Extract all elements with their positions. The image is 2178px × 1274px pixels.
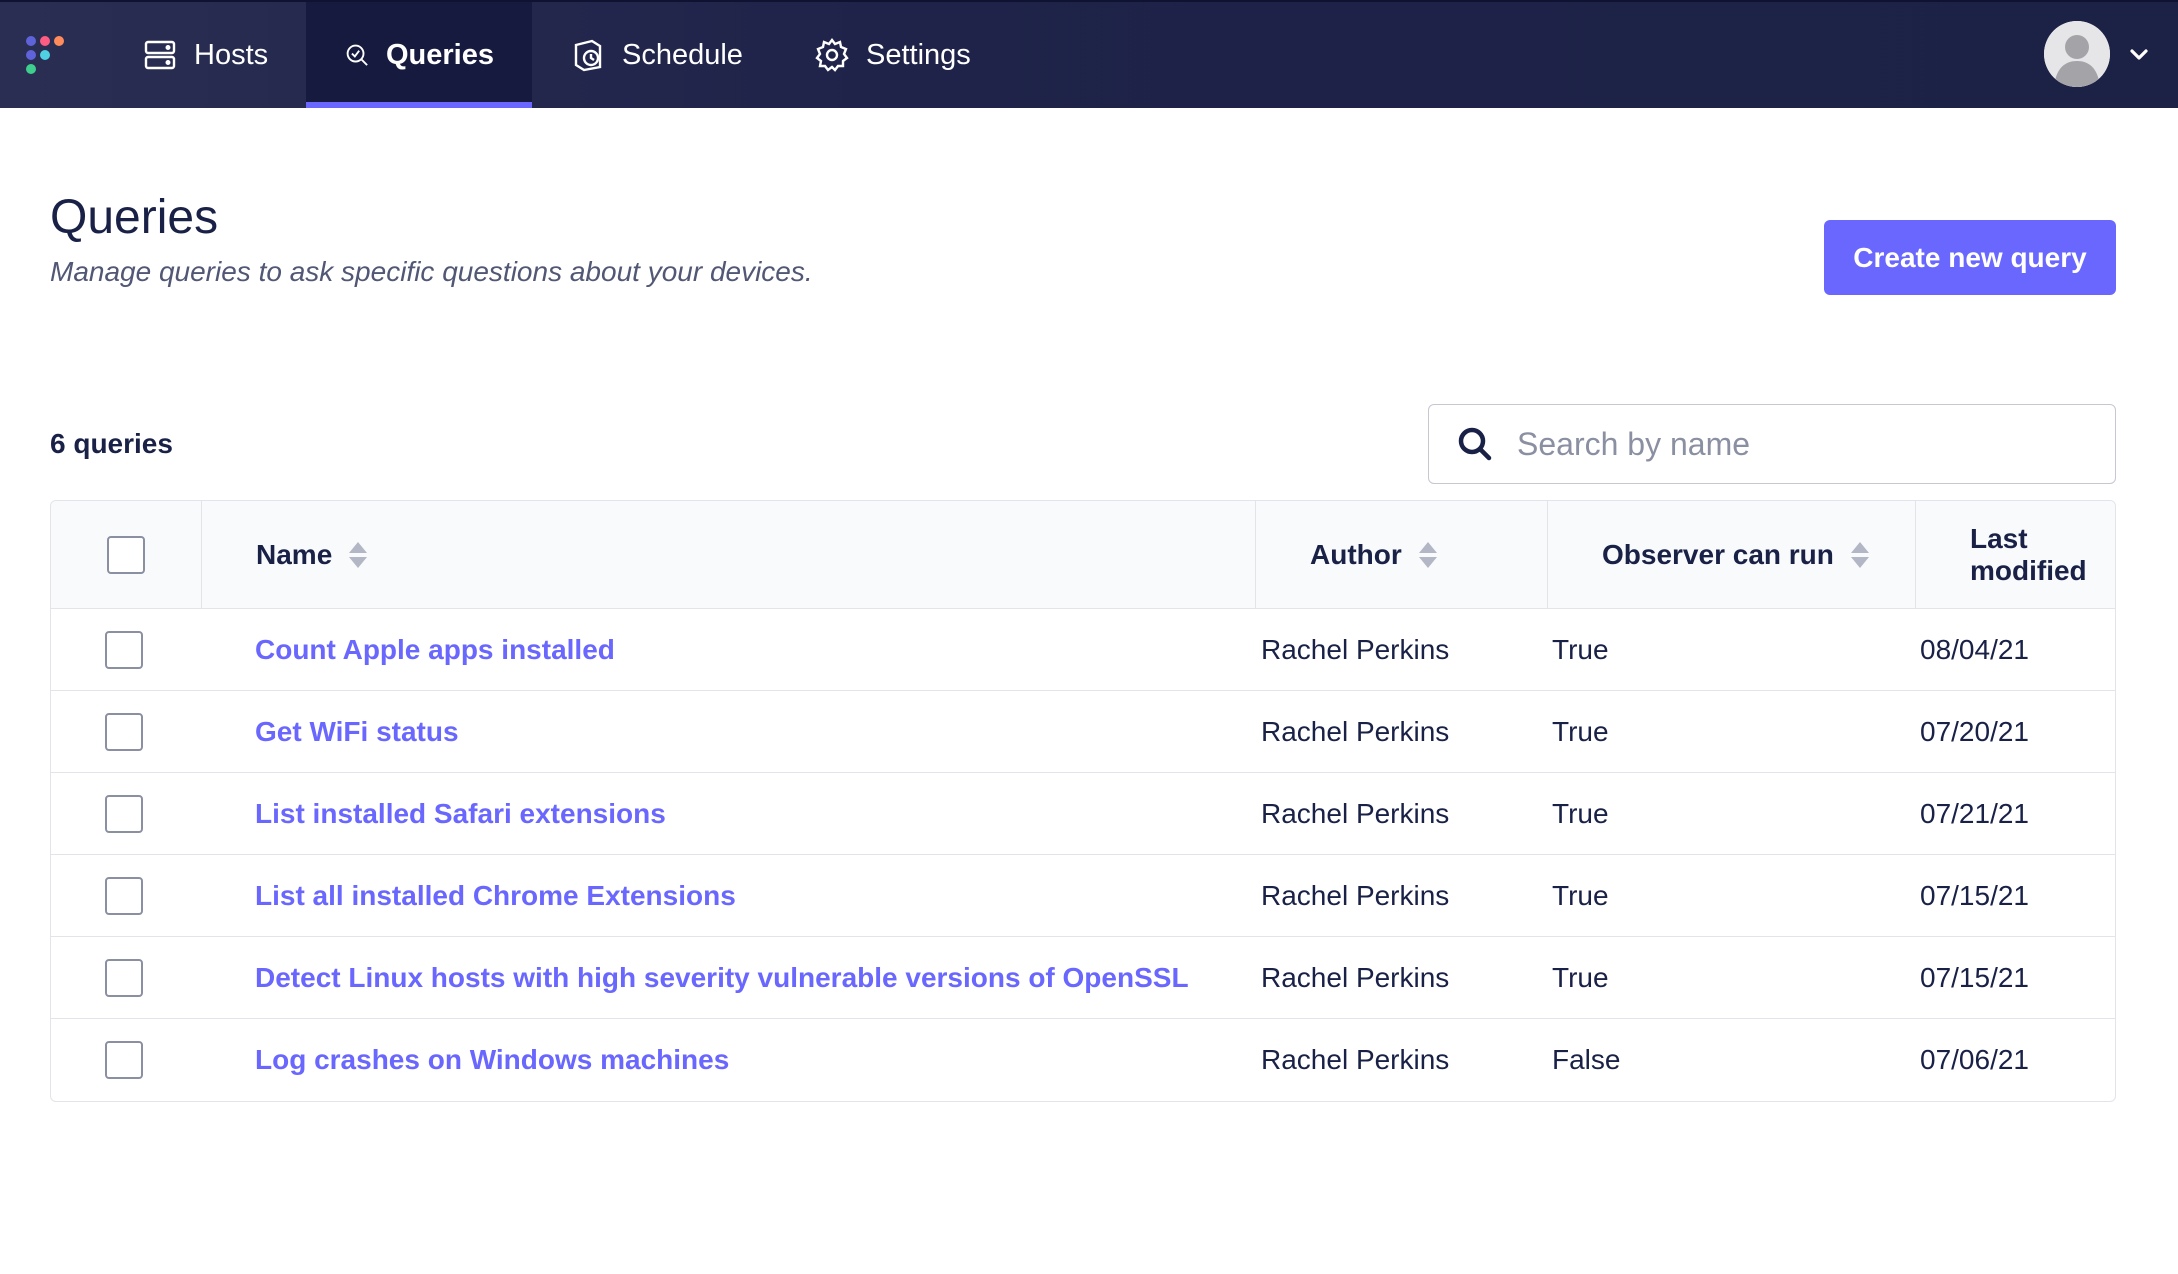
schedule-icon [574,39,602,72]
select-all-checkbox[interactable] [107,536,145,574]
last-modified-cell: 07/06/21 [1920,1044,2029,1075]
query-name-cell: Get WiFi status [255,691,459,773]
row-select-cell [105,773,143,855]
table-row[interactable]: Count Apple apps installed Rachel Perkin… [51,609,2115,691]
user-menu[interactable] [2044,20,2150,88]
table-row[interactable]: Detect Linux hosts with high severity vu… [51,937,2115,1019]
nav-item-queries[interactable]: Queries [306,2,532,108]
nav-item-label: Settings [866,38,971,71]
page-subtitle: Manage queries to ask specific questions… [50,256,813,287]
row-checkbox[interactable] [105,1041,143,1079]
query-name-cell: Detect Linux hosts with high severity vu… [255,937,1189,1019]
page-title: Queries [50,191,219,244]
row-checkbox[interactable] [105,795,143,833]
observer-can-run-cell: True [1552,798,1609,829]
column-header-author[interactable]: Author [1256,501,1548,609]
nav-item-label: Schedule [622,38,743,71]
observer-can-run-cell: False [1552,1044,1621,1075]
query-name-link[interactable]: Get WiFi status [255,716,459,748]
last-modified-cell: 07/20/21 [1920,716,2029,747]
nav-item-settings[interactable]: Settings [776,2,1009,108]
query-name-link[interactable]: List installed Safari extensions [255,798,666,830]
nav-item-schedule[interactable]: Schedule [532,2,781,108]
author-cell: Rachel Perkins [1261,634,1450,665]
observer-can-run-cell: True [1552,880,1609,911]
search-input[interactable] [1515,424,2115,464]
nav-item-hosts[interactable]: Hosts [104,2,306,108]
gear-icon [815,38,849,72]
query-name-link[interactable]: Log crashes on Windows machines [255,1044,729,1076]
author-cell: Rachel Perkins [1261,798,1450,829]
query-name-cell: Count Apple apps installed [255,609,615,691]
queries-table: Name Author Observer can run Last modifi… [50,500,2116,1102]
user-avatar-icon [2044,21,2110,87]
row-select-cell [105,609,143,691]
column-header-observer-can-run[interactable]: Observer can run [1548,501,1916,609]
row-checkbox[interactable] [105,713,143,751]
author-cell: Rachel Perkins [1261,716,1450,747]
query-count: 6 queries [50,428,173,459]
observer-can-run-cell: True [1552,634,1609,665]
column-header-label: Name [256,539,333,570]
column-header-label: Observer can run [1602,539,1834,570]
table-header: Name Author Observer can run Last modifi… [51,501,2115,609]
table-row[interactable]: List all installed Chrome Extensions Rac… [51,855,2115,937]
table-row[interactable]: Get WiFi status Rachel Perkins True 07/2… [51,691,2115,773]
row-select-cell [105,855,143,937]
last-modified-cell: 08/04/21 [1920,634,2029,665]
author-cell: Rachel Perkins [1261,880,1450,911]
author-cell: Rachel Perkins [1261,962,1450,993]
create-new-query-button[interactable]: Create new query [1824,220,2116,295]
row-checkbox[interactable] [105,631,143,669]
observer-can-run-cell: True [1552,962,1609,993]
header-select-cell [51,501,202,609]
query-name-link[interactable]: List all installed Chrome Extensions [255,880,736,912]
row-select-cell [105,937,143,1019]
sort-icon [1418,542,1437,568]
search-icon [1458,427,1492,461]
query-name-link[interactable]: Detect Linux hosts with high severity vu… [255,962,1189,994]
column-header-name[interactable]: Name [202,501,1256,609]
nav-item-label: Hosts [194,38,269,71]
query-name-cell: List installed Safari extensions [255,773,666,855]
row-checkbox[interactable] [105,959,143,997]
table-row[interactable]: Log crashes on Windows machines Rachel P… [51,1019,2115,1101]
column-header-label: Author [1310,539,1402,570]
query-name-link[interactable]: Count Apple apps installed [255,634,615,666]
author-cell: Rachel Perkins [1261,1044,1450,1075]
row-select-cell [105,691,143,773]
hosts-icon [144,40,176,70]
last-modified-cell: 07/21/21 [1920,798,2029,829]
row-select-cell [105,1019,143,1101]
search-box[interactable] [1428,404,2116,484]
query-name-cell: List all installed Chrome Extensions [255,855,736,937]
observer-can-run-cell: True [1552,716,1609,747]
avatar[interactable] [2044,21,2110,87]
last-modified-cell: 07/15/21 [1920,880,2029,911]
column-header-last-modified[interactable]: Last modified [1916,501,2115,609]
sort-icon [1850,542,1869,568]
column-header-label: Last modified [1970,523,2087,586]
fleet-logo-icon[interactable] [22,32,68,78]
query-name-cell: Log crashes on Windows machines [255,1019,729,1101]
table-row[interactable]: List installed Safari extensions Rachel … [51,773,2115,855]
nav-item-label: Queries [386,38,494,71]
chevron-down-icon[interactable] [2128,43,2150,65]
sort-icon [349,542,368,568]
row-checkbox[interactable] [105,877,143,915]
top-navigation: Hosts Queries Schedule Settings [0,0,2178,108]
last-modified-cell: 07/15/21 [1920,962,2029,993]
queries-icon [346,44,368,66]
